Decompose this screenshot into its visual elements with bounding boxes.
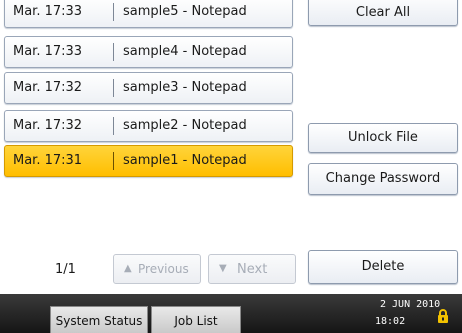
file-time: Mar. 17:33 <box>13 44 83 59</box>
page-indicator: 1/1 <box>55 262 76 277</box>
date-display: 2 JUN 2010 <box>380 299 441 310</box>
column-separator <box>113 3 114 21</box>
job-list-label: Job List <box>174 314 218 328</box>
column-separator <box>113 117 114 135</box>
system-status-button[interactable]: System Status <box>50 306 148 333</box>
change-password-button[interactable]: Change Password <box>308 163 458 195</box>
previous-label: Previous <box>138 262 189 276</box>
file-row[interactable]: Mar. 17:32 sample3 - Notepad <box>4 72 293 104</box>
file-name: sample5 - Notepad <box>123 4 247 19</box>
file-row[interactable]: Mar. 17:33 sample5 - Notepad <box>4 0 293 28</box>
file-name: sample2 - Notepad <box>123 118 247 133</box>
clear-all-button[interactable]: Clear All <box>308 0 458 26</box>
lock-icon <box>437 308 449 327</box>
next-page-button[interactable]: ▼ Next <box>208 254 296 284</box>
clear-all-label: Clear All <box>355 5 411 20</box>
file-time: Mar. 17:32 <box>13 118 83 133</box>
triangle-up-icon: ▲ <box>124 263 132 274</box>
next-label: Next <box>237 262 268 277</box>
file-time: Mar. 17:32 <box>13 80 83 95</box>
delete-button[interactable]: Delete <box>308 250 458 284</box>
file-name: sample3 - Notepad <box>123 80 247 95</box>
file-time: Mar. 17:33 <box>13 4 83 19</box>
file-time: Mar. 17:31 <box>13 153 83 168</box>
column-separator <box>113 79 114 97</box>
job-list-button[interactable]: Job List <box>151 306 241 333</box>
time-display: 18:02 <box>375 316 406 327</box>
unlock-file-label: Unlock File <box>348 130 418 145</box>
previous-page-button[interactable]: ▲ Previous <box>113 254 201 284</box>
file-row-selected[interactable]: Mar. 17:31 sample1 - Notepad <box>4 145 293 177</box>
system-status-label: System Status <box>55 314 143 328</box>
change-password-label: Change Password <box>325 171 441 186</box>
column-separator <box>113 43 114 61</box>
file-name: sample4 - Notepad <box>123 44 247 59</box>
delete-label: Delete <box>361 259 405 274</box>
column-separator <box>113 152 114 170</box>
triangle-down-icon: ▼ <box>219 263 227 274</box>
file-row[interactable]: Mar. 17:32 sample2 - Notepad <box>4 110 293 142</box>
file-row[interactable]: Mar. 17:33 sample4 - Notepad <box>4 36 293 68</box>
file-name: sample1 - Notepad <box>123 153 247 168</box>
unlock-file-button[interactable]: Unlock File <box>308 123 458 153</box>
